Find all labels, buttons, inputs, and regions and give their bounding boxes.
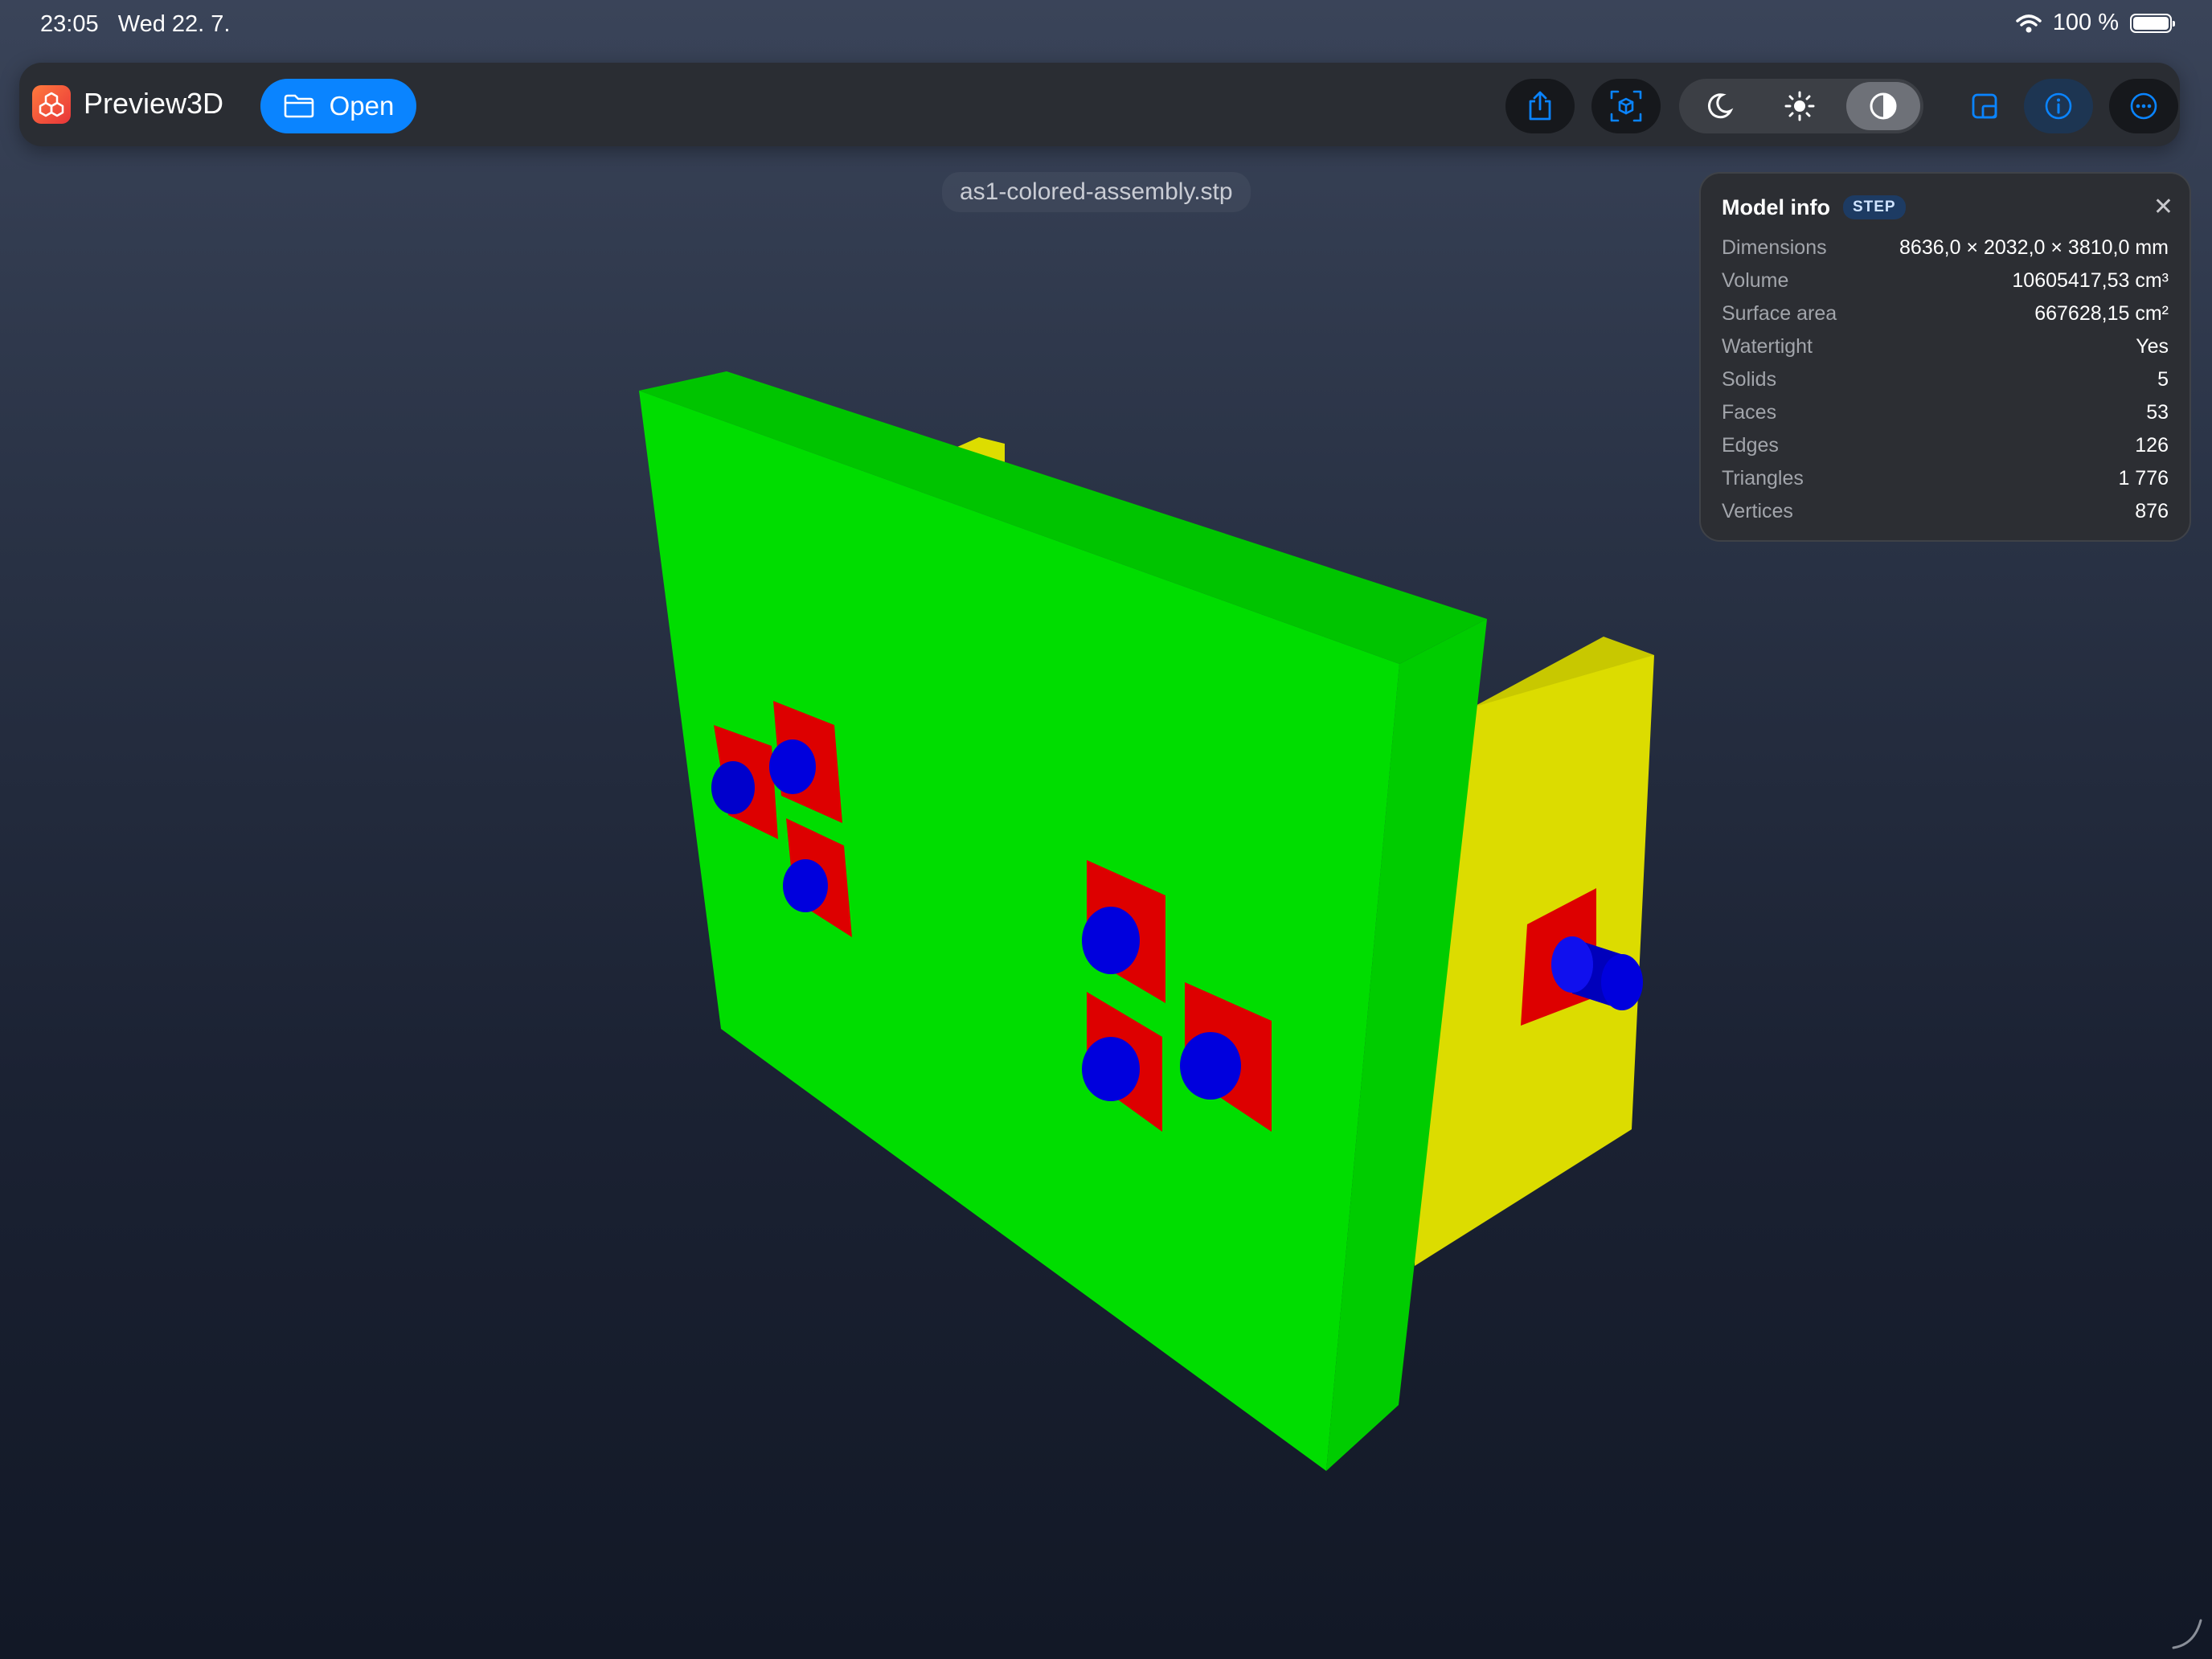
info-label: Triangles [1722, 467, 1804, 490]
info-value: Yes [2136, 335, 2169, 358]
model-info-panel: Model info STEP ✕ Dimensions 8636,0 × 203… [1699, 172, 2191, 542]
info-value: 5 [2157, 368, 2169, 391]
info-value: 10605417,53 cm³ [2012, 269, 2169, 292]
battery-percent: 100 % [2052, 10, 2119, 35]
info-icon [2045, 92, 2072, 120]
pin [769, 739, 816, 794]
reset-view-button[interactable] [1591, 79, 1661, 133]
info-row-watertight: Watertight Yes [1722, 330, 2169, 363]
status-date: Wed 22. 7. [117, 11, 231, 37]
info-label: Faces [1722, 401, 1777, 424]
open-label: Open [329, 91, 395, 121]
sun-icon [1784, 91, 1815, 121]
info-value: 126 [2135, 434, 2169, 457]
info-label: Surface area [1722, 302, 1837, 325]
file-name-label: as1-colored-assembly.stp [942, 172, 1251, 212]
more-icon [2130, 92, 2157, 120]
info-row-triangles: Triangles 1 776 [1722, 462, 2169, 495]
toolbar: Preview3D Open [19, 63, 2180, 146]
dark-theme-option[interactable] [1682, 82, 1756, 130]
pin [711, 761, 755, 814]
info-label: Dimensions [1722, 236, 1827, 259]
info-row-dimensions: Dimensions 8636,0 × 2032,0 × 3810,0 mm [1722, 231, 2169, 264]
info-button[interactable] [2024, 79, 2093, 133]
status-time: 23:05 Wed 22. 7. [40, 11, 230, 38]
app-title: Preview3D [84, 87, 224, 120]
info-label: Volume [1722, 269, 1789, 292]
info-value: 667628,15 cm² [2034, 302, 2169, 325]
pin [783, 859, 828, 912]
resize-handle-icon[interactable] [2169, 1616, 2204, 1651]
open-button[interactable]: Open [260, 79, 416, 133]
model-info-header: Model info STEP [1722, 191, 2169, 223]
info-row-edges: Edges 126 [1722, 429, 2169, 462]
wifi-icon [2016, 14, 2042, 32]
info-row-solids: Solids 5 [1722, 363, 2169, 396]
info-value: 1 776 [2118, 467, 2169, 490]
info-label: Vertices [1722, 500, 1793, 522]
plate-front-face [639, 391, 1399, 1471]
reset-view-icon [1610, 90, 1642, 122]
share-icon [1529, 91, 1551, 121]
info-row-volume: Volume 10605417,53 cm³ [1722, 264, 2169, 297]
folder-icon [284, 94, 313, 118]
model-info-title: Model info [1722, 195, 1830, 219]
status-clock: 23:05 [40, 11, 99, 37]
pin [1082, 907, 1140, 974]
info-row-vertices: Vertices 876 [1722, 495, 2169, 528]
info-label: Edges [1722, 434, 1779, 457]
system-theme-option[interactable] [1846, 82, 1920, 130]
pin [1180, 1032, 1241, 1100]
info-value: 8636,0 × 2032,0 × 3810,0 mm [1899, 236, 2169, 259]
pin [1082, 1037, 1140, 1101]
info-row-faces: Faces 53 [1722, 396, 2169, 429]
panel-icon [1972, 93, 1997, 119]
info-label: Watertight [1722, 335, 1813, 358]
status-indicators: 100 % [2016, 10, 2175, 36]
contrast-icon [1870, 92, 1897, 120]
info-row-surface-area: Surface area 667628,15 cm² [1722, 297, 2169, 330]
battery-icon [2130, 13, 2175, 33]
app-logo-icon [32, 85, 71, 124]
share-button[interactable] [1505, 79, 1575, 133]
pin [1551, 936, 1593, 993]
panel-toggle-button[interactable] [1950, 79, 2019, 133]
close-icon[interactable]: ✕ [2153, 193, 2173, 221]
info-label: Solids [1722, 368, 1777, 391]
pin [1601, 954, 1643, 1010]
model-info-rows: Dimensions 8636,0 × 2032,0 × 3810,0 mm Vo… [1722, 231, 2169, 528]
info-value: 53 [2146, 401, 2169, 424]
info-value: 876 [2135, 500, 2169, 522]
theme-segmented-control [1679, 79, 1923, 133]
light-theme-option[interactable] [1763, 82, 1837, 130]
moon-icon [1707, 93, 1734, 119]
more-button[interactable] [2109, 79, 2178, 133]
format-badge: STEP [1842, 195, 1906, 219]
